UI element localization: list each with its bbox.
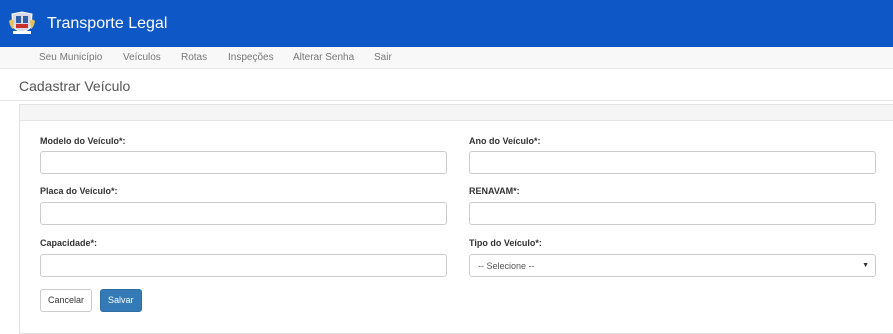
renavam-input[interactable] [469,202,876,225]
tipo-label: Tipo do Veículo*: [469,238,542,248]
nav-item-seu-municipio[interactable]: Seu Município [39,52,102,64]
coat-of-arms-icon[interactable] [8,11,36,37]
tipo-select-value: -- Selecione -- [478,260,535,271]
page-title: Cadastrar Veículo [19,78,131,94]
vehicle-form-panel: Modelo do Veículo*: Ano do Veículo*: Pla… [19,104,893,334]
save-button[interactable]: Salvar [100,289,142,312]
nav-item-sair[interactable]: Sair [374,52,392,64]
capacidade-label: Capacidade*: [40,238,98,248]
app-title[interactable]: Transporte Legal [47,14,167,34]
cancel-button[interactable]: Cancelar [40,289,93,312]
divider [0,100,893,101]
nav-item-alterar-senha[interactable]: Alterar Senha [293,52,354,64]
capacidade-input[interactable] [40,254,447,277]
placa-label: Placa do Veículo*: [40,186,118,196]
chevron-down-icon: ▼ [862,262,869,269]
renavam-label: RENAVAM*: [469,186,520,196]
nav-item-inspecoes[interactable]: Inspeções [228,52,274,64]
panel-heading [20,105,893,121]
nav-item-veiculos[interactable]: Veículos [123,52,161,64]
tipo-select[interactable]: -- Selecione -- ▼ [469,254,876,277]
nav-item-rotas[interactable]: Rotas [181,52,207,64]
modelo-label: Modelo do Veículo*: [40,136,126,146]
placa-input[interactable] [40,202,447,225]
ano-input[interactable] [469,151,876,174]
ano-label: Ano do Veículo*: [469,136,541,146]
top-header-bar: Transporte Legal [0,0,893,47]
main-navbar: Seu Município Veículos Rotas Inspeções A… [0,47,893,69]
modelo-input[interactable] [40,151,447,174]
